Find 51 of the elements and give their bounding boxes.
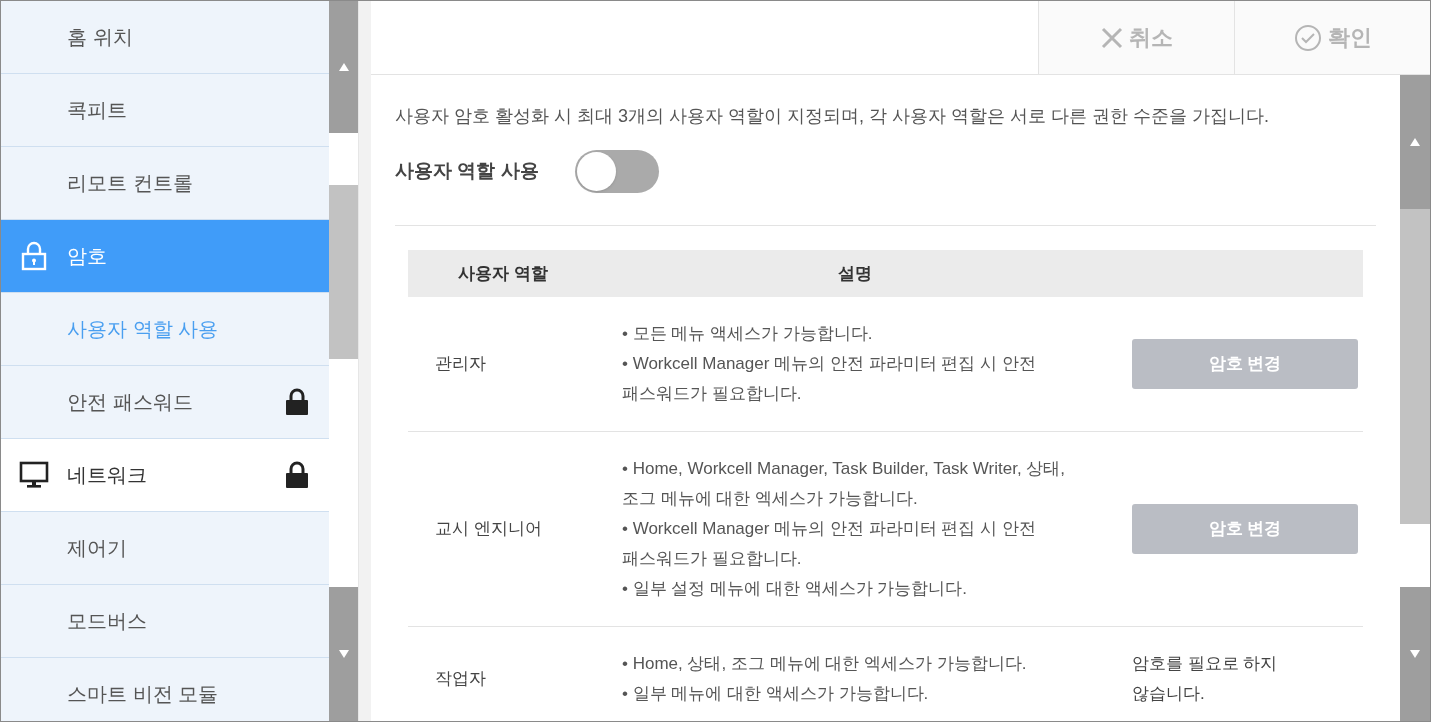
menu-item[interactable]: 제어기	[1, 512, 329, 585]
up-arrow-icon	[338, 63, 349, 71]
description-line: • 일부 설정 메뉴에 대한 액세스가 가능합니다.	[622, 578, 968, 600]
toggle-label: 사용자 역할 사용	[395, 159, 539, 184]
column-header: 사용자 역할	[457, 262, 549, 285]
description-line: • Workcell Manager 메뉴의 안전 파라미터 편집 시 안전 패스워드가 필요합니다.	[622, 353, 1037, 405]
check-circle-icon	[1293, 23, 1322, 52]
role-cell-text: 작업자	[434, 668, 487, 691]
menu-label: 모드버스	[67, 609, 148, 634]
menu-label: 사용자 역할 사용	[67, 317, 220, 342]
menu-label: 홈 위치	[67, 25, 134, 50]
menu-label: 안전 패스워드	[67, 390, 194, 415]
menu-label: 제어기	[67, 536, 128, 561]
padlock-icon	[285, 388, 309, 416]
down-arrow-icon	[1410, 650, 1420, 658]
down-arrow-icon	[338, 650, 349, 658]
monitor-icon	[19, 461, 49, 489]
menu-item[interactable]: 홈 위치	[1, 1, 329, 74]
scrollbar-thumb[interactable]	[329, 185, 358, 359]
scroll-down-button[interactable]	[329, 587, 358, 721]
close-icon	[1100, 26, 1123, 49]
description-line: • Home, 상태, 조그 메뉴에 대한 엑세스가 가능합니다.	[622, 653, 1028, 675]
role-cell-text: 교시 엔지니어	[434, 518, 543, 541]
description-line: • 모든 메뉴 액세스가 가능합니다.	[622, 323, 874, 345]
menu-label: 콕피트	[67, 98, 128, 123]
menu-item[interactable]: 콕피트	[1, 74, 329, 147]
padlock-icon	[21, 241, 47, 271]
menu-item[interactable]: 안전 패스워드	[1, 366, 329, 439]
menu-item[interactable]: 리모트 컨트롤	[1, 147, 329, 220]
menu-item[interactable]: 스마트 비전 모듈	[1, 658, 329, 721]
note-text: 암호를 필요로 하지 않습니다.	[1132, 653, 1279, 705]
scrollbar[interactable]	[329, 1, 358, 721]
column-header: 설명	[837, 262, 873, 285]
scroll-down-button[interactable]	[1400, 587, 1430, 721]
scroll-up-button[interactable]	[1400, 75, 1430, 209]
role-cell-text: 관리자	[434, 353, 487, 376]
description-line: • Workcell Manager 메뉴의 안전 파라미터 편집 시 안전 패스워드가 필요합니다.	[622, 518, 1037, 570]
toggle-switch[interactable]	[574, 150, 659, 193]
menu-label: 스마트 비전 모듈	[67, 682, 220, 707]
up-arrow-icon	[1410, 138, 1420, 146]
menu-label: 암호	[67, 244, 108, 269]
scrollbar-thumb[interactable]	[1400, 209, 1430, 524]
scroll-up-button[interactable]	[329, 1, 358, 133]
menu-item[interactable]: 모드버스	[1, 585, 329, 658]
description-text: 사용자 암호 활성화 시 최대 3개의 사용자 역할이 지정되며, 각 사용자 역할은 서로 다른 권한 수준을 가집니다.	[395, 105, 1271, 128]
menu-label: 리모트 컨트롤	[67, 171, 194, 196]
padlock-icon	[285, 461, 309, 489]
scrollbar[interactable]	[1400, 75, 1430, 721]
description-line: • Home, Workcell Manager, Task Builder, Task Writer, 상태, 조그 메뉴에 대한 엑세스가 가능합니다.	[622, 458, 1067, 510]
description-line: • 일부 메뉴에 대한 액세스가 가능합니다.	[622, 683, 930, 705]
menu-label: 네트워크	[67, 463, 148, 488]
